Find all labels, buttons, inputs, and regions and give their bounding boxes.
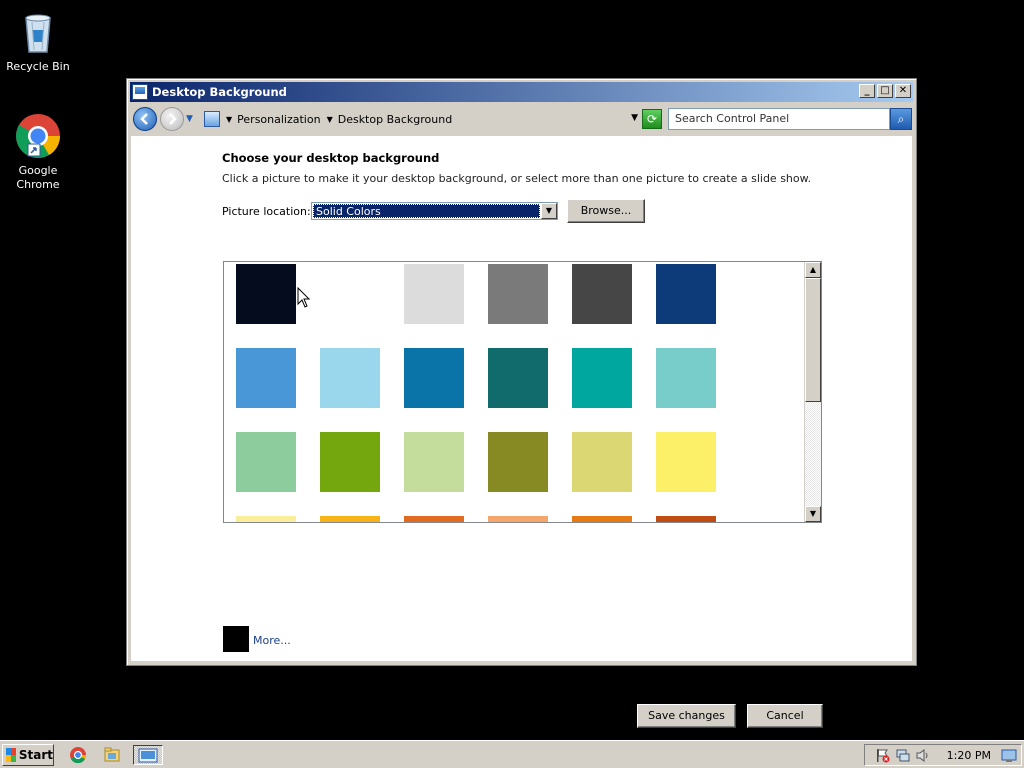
- save-changes-button[interactable]: Save changes: [637, 704, 736, 728]
- color-swatch[interactable]: [656, 432, 716, 492]
- chevron-icon[interactable]: ▼: [226, 115, 232, 124]
- more-link[interactable]: More...: [253, 634, 291, 647]
- desktop-icon-recycle-bin[interactable]: Recycle Bin: [0, 8, 76, 74]
- navigation-bar: ▼ ▼ Personalization ▼ Desktop Background ▼…: [130, 104, 913, 134]
- forward-arrow-icon: [169, 113, 177, 125]
- chevron-down-icon[interactable]: ▼: [541, 203, 557, 219]
- picture-location-select[interactable]: Solid Colors ▼: [311, 202, 558, 220]
- chevron-icon[interactable]: ▼: [327, 115, 333, 124]
- desktop-background-window: Desktop Background _ □ ✕ ▼ ▼ Personalizat…: [126, 78, 917, 728]
- color-swatch[interactable]: [572, 432, 632, 492]
- desktop-icon-chrome[interactable]: Google Chrome: [0, 112, 76, 192]
- search-icon[interactable]: ⌕: [890, 108, 912, 130]
- color-swatch[interactable]: [320, 516, 380, 522]
- color-swatch[interactable]: [236, 348, 296, 408]
- volume-icon[interactable]: [915, 748, 931, 763]
- color-swatch[interactable]: [572, 516, 632, 522]
- explorer-quicklaunch-icon[interactable]: [102, 745, 124, 765]
- color-swatch[interactable]: [572, 348, 632, 408]
- color-swatch[interactable]: [236, 432, 296, 492]
- start-button[interactable]: Start: [2, 744, 54, 766]
- recycle-bin-icon: [14, 8, 62, 56]
- control-panel-icon: [132, 84, 148, 100]
- scroll-thumb[interactable]: [805, 278, 821, 402]
- picture-location-label: Picture location:: [222, 205, 311, 218]
- windows-logo-icon: [6, 748, 16, 762]
- breadcrumb-personalization[interactable]: Personalization: [237, 113, 320, 126]
- color-swatch[interactable]: [656, 264, 716, 324]
- system-tray: 1:20 PM: [864, 744, 1022, 766]
- color-swatch[interactable]: [320, 432, 380, 492]
- color-swatch[interactable]: [236, 264, 296, 324]
- color-swatch[interactable]: [656, 516, 716, 522]
- clock[interactable]: 1:20 PM: [947, 749, 991, 762]
- maximize-button[interactable]: □: [877, 84, 893, 98]
- color-swatch[interactable]: [404, 264, 464, 324]
- back-arrow-icon: [140, 113, 148, 125]
- color-gallery: ▲ ▼: [223, 261, 822, 523]
- back-button[interactable]: [133, 107, 157, 131]
- color-swatch[interactable]: [236, 516, 296, 522]
- network-icon[interactable]: [895, 748, 911, 763]
- minimize-button[interactable]: _: [859, 84, 875, 98]
- page-instructions: Click a picture to make it your desktop …: [222, 172, 812, 185]
- forward-button[interactable]: [160, 107, 184, 131]
- chrome-quicklaunch-icon[interactable]: [68, 745, 90, 765]
- control-panel-taskbar-button[interactable]: [133, 745, 163, 765]
- search-input[interactable]: Search Control Panel: [668, 108, 890, 130]
- start-label: Start: [18, 748, 53, 762]
- color-swatch[interactable]: [404, 516, 464, 522]
- action-center-flag-icon[interactable]: [875, 748, 891, 763]
- desktop-icon-label: Recycle Bin: [6, 60, 70, 73]
- scroll-up-button[interactable]: ▲: [805, 262, 821, 278]
- control-panel-icon: [204, 111, 220, 127]
- gallery-scrollbar[interactable]: ▲ ▼: [804, 262, 821, 522]
- scroll-down-button[interactable]: ▼: [805, 506, 821, 522]
- window-title: Desktop Background: [152, 85, 287, 99]
- color-swatch[interactable]: [488, 516, 548, 522]
- color-swatch[interactable]: [404, 348, 464, 408]
- address-dropdown-icon[interactable]: ▼: [631, 113, 638, 123]
- page-heading: Choose your desktop background: [222, 151, 440, 165]
- color-swatch[interactable]: [320, 348, 380, 408]
- cancel-button[interactable]: Cancel: [747, 704, 823, 728]
- browse-button[interactable]: Browse...: [567, 199, 645, 223]
- color-swatch[interactable]: [488, 264, 548, 324]
- close-button[interactable]: ✕: [895, 84, 911, 98]
- picture-location-value: Solid Colors: [313, 204, 540, 218]
- color-swatch[interactable]: [488, 348, 548, 408]
- address-bar[interactable]: ▼ Personalization ▼ Desktop Background ▼: [204, 107, 638, 131]
- taskbar: Start 1:20 PM: [0, 740, 1024, 768]
- more-color-swatch[interactable]: [223, 626, 249, 652]
- breadcrumb-desktop-background[interactable]: Desktop Background: [338, 113, 453, 126]
- show-desktop-icon[interactable]: [1001, 748, 1017, 763]
- color-swatch[interactable]: [488, 432, 548, 492]
- color-swatch[interactable]: [320, 264, 380, 324]
- desktop-icon-label: Google Chrome: [16, 164, 60, 191]
- refresh-button[interactable]: ⟳: [642, 109, 662, 129]
- color-swatch[interactable]: [572, 264, 632, 324]
- chrome-icon: [14, 112, 62, 160]
- content-pane: Choose your desktop background Click a p…: [131, 136, 912, 728]
- color-swatch[interactable]: [404, 432, 464, 492]
- title-bar[interactable]: Desktop Background _ □ ✕: [130, 82, 913, 102]
- recent-pages-dropdown[interactable]: ▼: [186, 114, 196, 124]
- color-swatch[interactable]: [656, 348, 716, 408]
